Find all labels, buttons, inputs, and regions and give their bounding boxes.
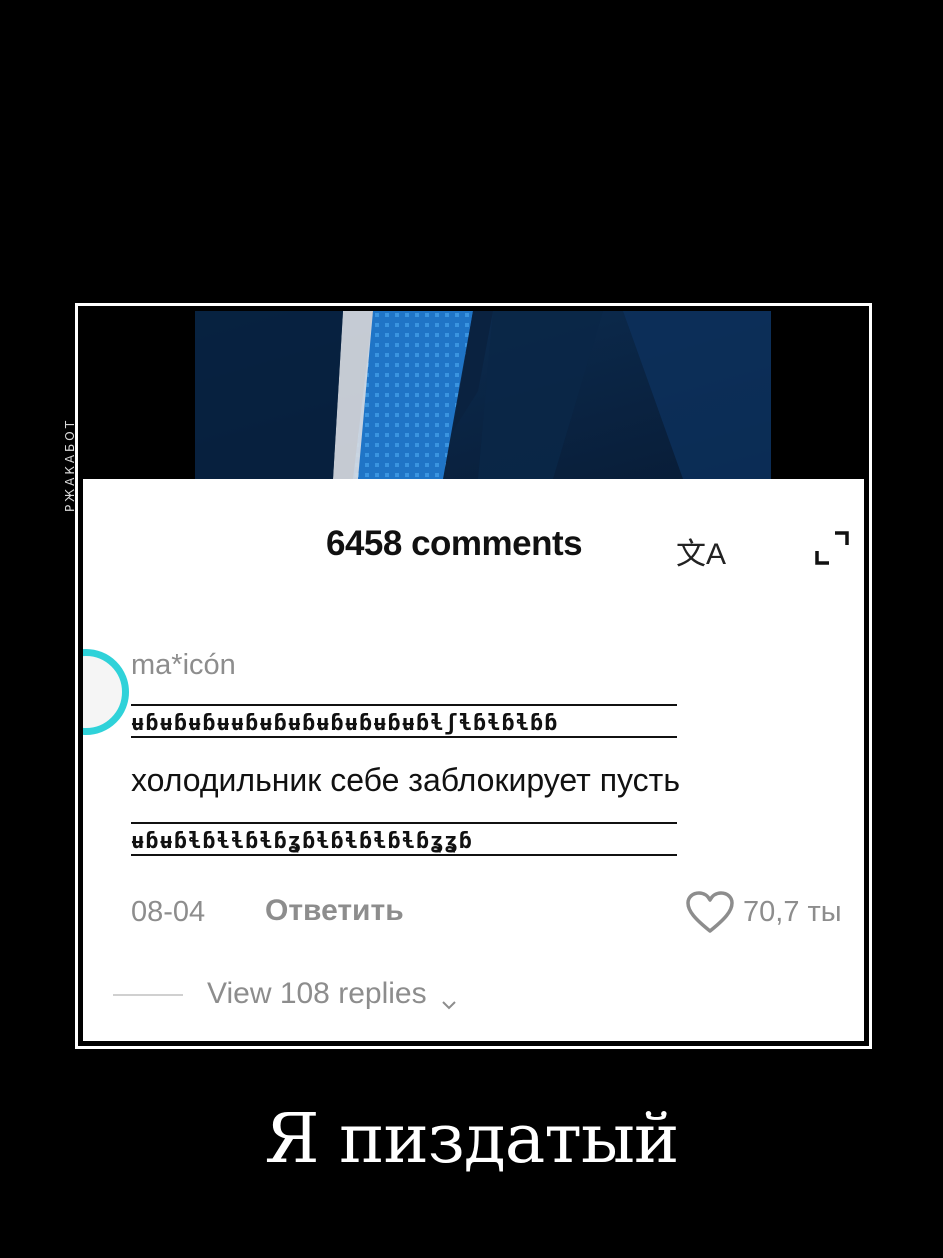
comment-date: 08-04 <box>131 896 206 928</box>
decorative-text-line-bottom: ʉɓʉɓɬɓɬɬɓɬɓʓɓɬɓɬɓɬɓɬɓʓʓɓ <box>131 822 677 860</box>
comment-text: холодильник себе заблокирует пусть <box>131 762 680 798</box>
like-count: 70,7 ты <box>743 896 842 928</box>
view-replies-label: View 108 replies <box>207 977 427 1010</box>
avatar[interactable] <box>83 649 129 735</box>
replies-divider <box>113 994 183 996</box>
decorative-text-bottom: ʉɓʉɓɬɓɬɬɓɬɓʓɓɬɓɬɓɬɓɬɓʓʓɓ <box>131 829 473 854</box>
comments-panel: 6458 comments 文A ma*icón ʉɓʉɓʉɓʉʉɓʉɓʉɓʉɓ… <box>83 479 864 1041</box>
video-preview[interactable] <box>83 311 864 479</box>
comment-username[interactable]: ma*icón <box>131 649 236 682</box>
comments-count-title: 6458 comments <box>326 524 583 563</box>
frame-inner: 6458 comments 文A ma*icón ʉɓʉɓʉɓʉʉɓʉɓʉɓʉɓ… <box>83 311 864 1041</box>
demotivator-frame: 6458 comments 文A ma*icón ʉɓʉɓʉɓʉʉɓʉɓʉɓʉɓ… <box>75 303 872 1049</box>
reply-button[interactable]: Ответить <box>265 894 404 928</box>
video-frame-image <box>83 311 864 479</box>
view-replies-button[interactable]: View 108 replies <box>207 977 457 1011</box>
expand-icon[interactable] <box>813 529 851 567</box>
caption-text: Я пиздатый <box>264 1100 680 1179</box>
decorative-text-top: ʉɓʉɓʉɓʉʉɓʉɓʉɓʉɓʉɓʉɓʉɓɬʃɬɓɬɓɬɓɓ <box>131 711 559 736</box>
translate-icon[interactable]: 文A <box>676 529 726 573</box>
heart-icon[interactable] <box>685 891 735 935</box>
chevron-down-icon <box>441 987 457 1010</box>
decorative-text-line-top: ʉɓʉɓʉɓʉʉɓʉɓʉɓʉɓʉɓʉɓʉɓɬʃɬɓɬɓɬɓɓ <box>131 704 677 742</box>
